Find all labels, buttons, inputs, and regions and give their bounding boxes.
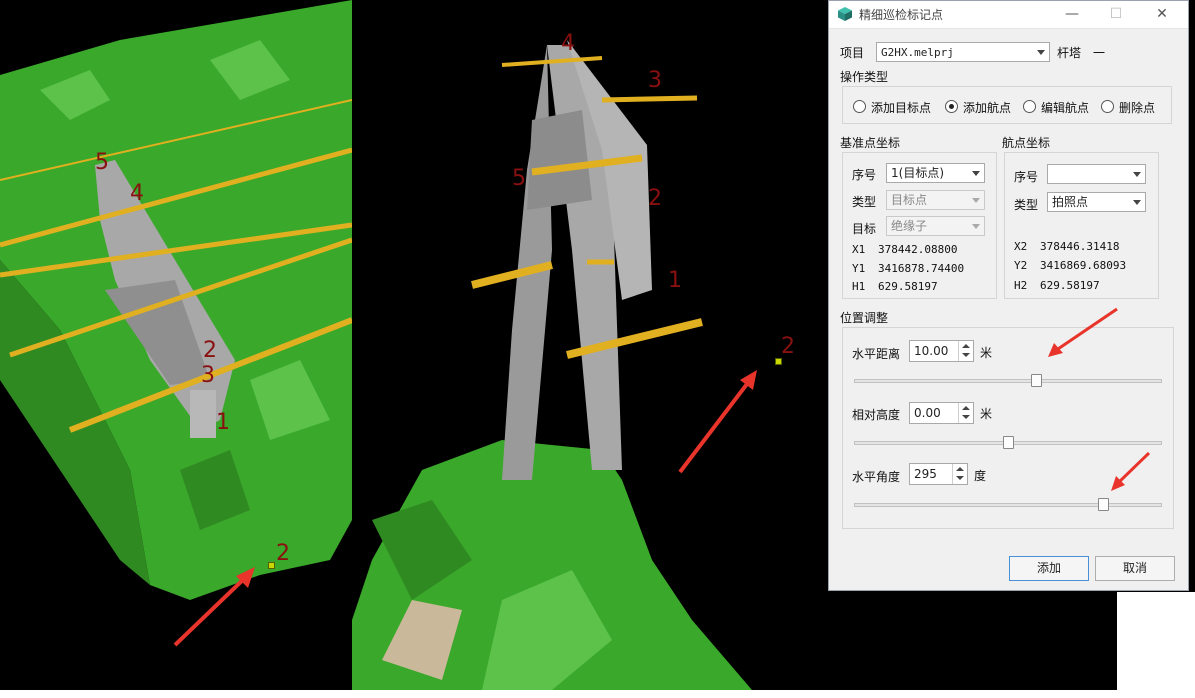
x2-value: 378446.31418 [1040,240,1120,253]
operation-label: 操作类型 [840,70,889,84]
spin-up-icon[interactable] [956,467,964,471]
spin-up-icon[interactable] [962,406,970,410]
radio-label: 删除点 [1119,101,1156,115]
minimize-button[interactable]: — [1055,1,1089,28]
waypoint-marker: 2 [781,334,795,359]
y2-value: 3416869.68093 [1040,259,1127,272]
base-seq-select[interactable]: 1(目标点) [886,163,985,183]
height-spinbox[interactable]: 0.00 [909,402,974,424]
background-panel [1117,592,1195,698]
new-waypoint-dot [775,358,782,365]
point-cloud-view-left[interactable]: 5 4 2 3 1 2 [0,0,352,698]
spin-down-icon[interactable] [962,353,970,357]
window-title: 精细巡检标记点 [859,8,944,22]
angle-label: 水平角度 [852,470,901,484]
waypoint-marker: 2 [648,186,662,211]
angle-unit: 度 [974,469,987,483]
base-seq-label: 序号 [852,168,877,182]
spin-buttons[interactable] [958,341,973,361]
spin-up-icon[interactable] [962,344,970,348]
maximize-button[interactable]: ☐ [1099,1,1133,28]
x1-label: X1 [852,243,866,256]
spin-down-icon[interactable] [956,476,964,480]
h1-label: H1 [852,280,866,293]
angle-slider[interactable] [854,503,1162,507]
waypoint-marker: 1 [216,410,230,435]
waypoint-marker: 4 [130,181,144,206]
y1-value: 3416878.74400 [878,262,965,275]
h1-value: 629.58197 [878,280,938,293]
close-button[interactable]: ✕ [1145,1,1179,28]
spin-down-icon[interactable] [962,415,970,419]
y2-label: Y2 [1014,259,1028,272]
angle-spinbox[interactable]: 295 [909,463,968,485]
base-coord-label: 基准点坐标 [840,136,901,150]
base-type-select: 目标点 [886,190,985,210]
add-button[interactable]: 添加 [1009,556,1089,581]
app-cube-icon [838,7,852,21]
distance-unit: 米 [980,346,993,360]
project-select[interactable]: G2HX.melprj [876,42,1050,62]
x1-value: 378442.08800 [878,243,958,256]
radio-label: 编辑航点 [1041,101,1090,115]
x2-label: X2 [1014,240,1028,253]
base-type-label: 类型 [852,195,877,209]
chevron-down-icon [972,171,980,176]
chevron-down-icon [972,198,980,203]
chevron-down-icon [1133,172,1141,177]
wp-type-label: 类型 [1014,198,1039,212]
waypoint-marker: 5 [512,166,526,191]
annotation-arrows [1048,307,1151,491]
point-cloud-view-right[interactable]: 4 3 5 2 1 2 [352,0,828,698]
chevron-down-icon [972,224,980,229]
waypoint-marker: 2 [276,541,290,566]
status-strip [0,690,1195,698]
tower-label: 杆塔 [1057,46,1082,60]
cancel-button[interactable]: 取消 [1095,556,1175,581]
waypoint-marker: 4 [561,31,575,56]
waypoint-coord-group: 序号 类型 拍照点 X2 378446.31418 Y2 3416869.680… [1004,152,1159,299]
height-slider-handle[interactable] [1003,436,1014,449]
spin-buttons[interactable] [952,464,967,484]
chevron-down-icon [1133,200,1141,205]
mark-point-dialog: 精细巡检标记点 — ☐ ✕ 项目 G2HX.melprj 杆塔 一 操作类型 添… [828,0,1189,591]
distance-label: 水平距离 [852,347,901,361]
new-waypoint-dot [268,562,275,569]
base-coord-group: 序号 1(目标点) 类型 目标点 目标 绝缘子 X1 378442.08800 … [842,152,997,299]
tower-value: 一 [1093,46,1106,60]
chevron-down-icon [1037,50,1045,55]
waypoint-coord-label: 航点坐标 [1002,136,1051,150]
radio-label: 添加目标点 [871,101,932,115]
spin-buttons[interactable] [958,403,973,423]
project-label: 项目 [840,46,865,60]
base-target-select: 绝缘子 [886,216,985,236]
height-unit: 米 [980,407,993,421]
wp-seq-select[interactable] [1047,164,1146,184]
height-label: 相对高度 [852,408,901,422]
operation-group: 添加目标点 添加航点 编辑航点 删除点 [842,86,1172,124]
waypoint-marker: 3 [201,363,215,388]
distance-spinbox[interactable]: 10.00 [909,340,974,362]
wp-seq-label: 序号 [1014,170,1039,184]
h2-value: 629.58197 [1040,279,1100,292]
base-target-label: 目标 [852,222,877,236]
radio-label: 添加航点 [963,101,1012,115]
radio-add-target[interactable] [853,100,866,113]
waypoint-marker: 3 [648,68,662,93]
y1-label: Y1 [852,262,866,275]
waypoint-marker: 5 [95,150,109,175]
title-bar[interactable]: 精细巡检标记点 — ☐ ✕ [829,1,1188,29]
wp-type-select[interactable]: 拍照点 [1047,192,1146,212]
radio-add-waypoint[interactable] [945,100,958,113]
waypoint-marker: 2 [203,338,217,363]
radio-edit-waypoint[interactable] [1023,100,1036,113]
h2-label: H2 [1014,279,1028,292]
waypoint-marker: 1 [668,268,682,293]
adjust-label: 位置调整 [840,311,889,325]
radio-delete-point[interactable] [1101,100,1114,113]
